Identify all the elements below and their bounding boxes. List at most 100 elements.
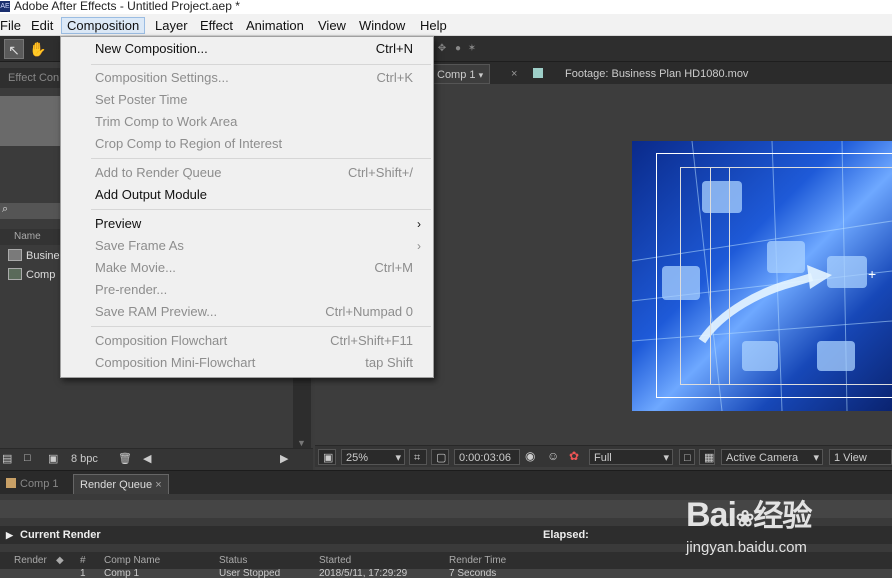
- col-render[interactable]: Render: [14, 552, 47, 569]
- resolution-dropdown[interactable]: Full ▾: [589, 449, 673, 465]
- menu-item-preview[interactable]: Preview ›: [61, 213, 433, 235]
- project-footer: ▤ □ ▣ 8 bpc 🗑 ◀ ▶: [0, 448, 313, 470]
- menu-item-composition-settings[interactable]: Composition Settings... Ctrl+K: [61, 67, 433, 89]
- search-icon: ⌕: [2, 203, 9, 215]
- col-comp-name[interactable]: Comp Name: [104, 552, 160, 569]
- new-folder-icon[interactable]: □: [24, 452, 31, 464]
- menu-help[interactable]: Help: [415, 17, 452, 34]
- watermark-logo: Bai❀经验 jingyan.baidu.com: [680, 483, 892, 563]
- project-thumbnail: [0, 96, 60, 146]
- menu-layer[interactable]: Layer: [150, 17, 193, 34]
- scroll-right-icon[interactable]: ▶: [280, 452, 288, 465]
- transparency-grid-icon[interactable]: ▦: [699, 449, 715, 465]
- window-title: Adobe After Effects - Untitled Project.a…: [14, 0, 240, 13]
- channel-icon[interactable]: ✿: [569, 449, 579, 463]
- col-status[interactable]: Status: [219, 552, 247, 569]
- col-render-time[interactable]: Render Time: [449, 552, 506, 569]
- close-icon[interactable]: ×: [505, 64, 523, 84]
- comp-color-icon: [6, 478, 16, 488]
- render-queue-row[interactable]: 1 Comp 1 User Stopped 2018/5/11, 17:29:2…: [0, 569, 892, 578]
- current-render-label: Current Render: [20, 529, 101, 541]
- magnification-dropdown[interactable]: 25% ▾: [341, 449, 405, 465]
- menu-item-composition-flowchart[interactable]: Composition Flowchart Ctrl+Shift+F11: [61, 330, 433, 352]
- menu-item-make-movie[interactable]: Make Movie... Ctrl+M: [61, 257, 433, 279]
- tab-footage[interactable]: Footage: Business Plan HD1080.mov: [527, 64, 754, 84]
- title-bar: AE Adobe After Effects - Untitled Projec…: [0, 0, 892, 14]
- menu-window[interactable]: Window: [354, 17, 410, 34]
- menu-separator: [91, 64, 431, 65]
- col-number[interactable]: #: [80, 552, 86, 569]
- scroll-down-icon[interactable]: ▼: [297, 438, 306, 448]
- composition-menu: New Composition... Ctrl+N Composition Set…: [60, 36, 434, 378]
- always-preview-icon[interactable]: ▣: [318, 449, 336, 465]
- submenu-arrow-icon: ›: [417, 239, 421, 253]
- camera-dropdown[interactable]: Active Camera ▾: [721, 449, 823, 465]
- menu-item-save-ram-preview[interactable]: Save RAM Preview... Ctrl+Numpad 0: [61, 301, 433, 323]
- region-of-interest-icon[interactable]: □: [679, 449, 695, 465]
- chevron-down-icon: ▾: [395, 452, 401, 464]
- footage-icon: [8, 249, 22, 261]
- menu-composition[interactable]: Composition: [61, 17, 146, 34]
- crosshair-icon: +: [868, 266, 877, 282]
- menu-separator: [91, 326, 431, 327]
- project-search-input[interactable]: ⌕: [0, 203, 60, 219]
- hand-tool-icon[interactable]: ✋: [28, 39, 48, 59]
- selection-tool-icon[interactable]: ↖: [4, 39, 24, 59]
- view-layout-dropdown[interactable]: 1 View: [829, 449, 892, 465]
- scroll-left-icon[interactable]: ◀: [143, 452, 151, 465]
- interpret-footage-icon[interactable]: ▤: [2, 452, 12, 465]
- watermark-url: jingyan.baidu.com: [686, 539, 807, 556]
- viewer-controls: ▣ 25% ▾ ⌗ ▢ 0:00:03:06 ◉ ☺ ✿ Full ▾ □ ▦ Ac…: [315, 445, 892, 467]
- current-time-field[interactable]: 0:00:03:06: [454, 449, 520, 465]
- menu-view[interactable]: View: [313, 17, 351, 34]
- menu-separator: [91, 158, 431, 159]
- menu-item-trim-comp[interactable]: Trim Comp to Work Area: [61, 111, 433, 133]
- menu-animation[interactable]: Animation: [241, 17, 309, 34]
- bit-depth-button[interactable]: 8 bpc: [71, 453, 98, 465]
- menu-item-add-output-module[interactable]: Add Output Module: [61, 184, 433, 206]
- tab-menu-icon[interactable]: ▾: [479, 70, 484, 80]
- project-list-header[interactable]: Name: [0, 229, 60, 245]
- trash-icon[interactable]: 🗑: [118, 452, 132, 465]
- col-started[interactable]: Started: [319, 552, 351, 569]
- menu-file[interactable]: File: [0, 17, 26, 34]
- tab-render-queue[interactable]: Render Queue ×: [73, 474, 169, 494]
- menu-item-new-composition[interactable]: New Composition... Ctrl+N: [61, 38, 433, 60]
- menu-item-save-frame-as[interactable]: Save Frame As ›: [61, 235, 433, 257]
- guide-lines: [710, 167, 730, 385]
- snapshot-icon[interactable]: ◉: [525, 449, 535, 463]
- puppet-tool-icon[interactable]: ✶: [462, 39, 482, 59]
- app-icon: AE: [0, 1, 10, 12]
- show-snapshot-icon[interactable]: ☺: [547, 449, 559, 463]
- menu-effect[interactable]: Effect: [195, 17, 238, 34]
- footage-icon: [533, 68, 543, 78]
- safe-margins-icon[interactable]: ⌗: [409, 449, 427, 465]
- footage-preview-image: +: [632, 141, 892, 411]
- menu-bar: File Edit Composition Layer Effect Anima…: [0, 14, 892, 36]
- label-icon[interactable]: ◆: [56, 552, 64, 569]
- watermark-brand: Bai: [686, 496, 737, 534]
- mask-visibility-icon[interactable]: ▢: [431, 449, 449, 465]
- paw-icon: ❀: [735, 506, 754, 531]
- menu-separator: [91, 209, 431, 210]
- close-icon[interactable]: ×: [155, 479, 161, 491]
- menu-item-composition-mini-flowchart[interactable]: Composition Mini-Flowchart tap Shift: [61, 352, 433, 374]
- tab-effect-controls[interactable]: Effect Con: [0, 68, 60, 88]
- tab-comp-1[interactable]: Comp 1 ▾: [430, 64, 491, 84]
- project-item-footage[interactable]: Busine: [8, 247, 60, 265]
- menu-item-crop-comp[interactable]: Crop Comp to Region of Interest: [61, 133, 433, 155]
- menu-edit[interactable]: Edit: [26, 17, 58, 34]
- watermark-brand-cn: 经验: [753, 500, 812, 533]
- new-comp-icon[interactable]: ▣: [48, 452, 58, 465]
- project-item-comp[interactable]: Comp: [8, 266, 55, 284]
- chevron-down-icon: ▾: [663, 452, 669, 464]
- menu-item-add-to-render-queue[interactable]: Add to Render Queue Ctrl+Shift+/: [61, 162, 433, 184]
- menu-item-set-poster-time[interactable]: Set Poster Time: [61, 89, 433, 111]
- tab-timeline-comp-1[interactable]: Comp 1: [0, 474, 65, 494]
- elapsed-label: Elapsed:: [543, 529, 589, 541]
- submenu-arrow-icon: ›: [417, 217, 421, 231]
- menu-item-pre-render[interactable]: Pre-render...: [61, 279, 433, 301]
- disclosure-triangle-icon[interactable]: ▶: [6, 526, 13, 544]
- chevron-down-icon: ▾: [813, 452, 819, 464]
- composition-icon: [8, 268, 22, 280]
